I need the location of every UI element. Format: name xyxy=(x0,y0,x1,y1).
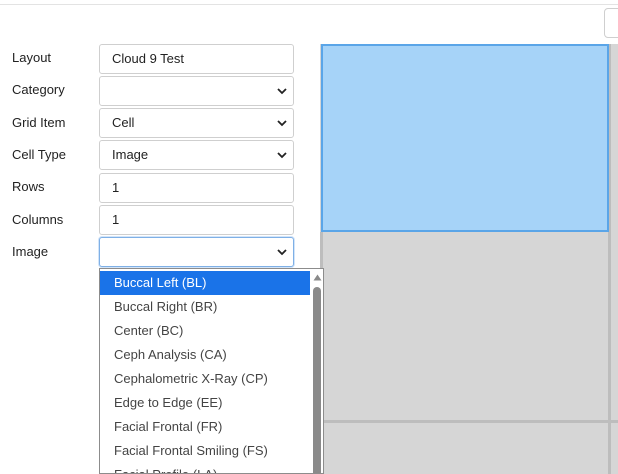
selected-grid-cell[interactable] xyxy=(321,44,609,232)
top-bar xyxy=(0,0,618,5)
cell-type-select-value: Image xyxy=(112,147,149,162)
rows-input[interactable]: 1 xyxy=(99,173,294,203)
chevron-down-icon xyxy=(276,141,288,169)
dropdown-option[interactable]: Center (BC) xyxy=(100,319,310,343)
chevron-down-icon xyxy=(276,77,288,105)
top-corner-button[interactable] xyxy=(604,8,618,38)
cell-type-select[interactable]: Image xyxy=(99,140,294,170)
scrollbar-thumb[interactable] xyxy=(313,287,321,473)
dropdown-option[interactable]: Buccal Right (BR) xyxy=(100,295,310,319)
grid-item-select[interactable]: Cell xyxy=(99,108,294,138)
rows-label: Rows xyxy=(12,179,45,194)
triangle-up-icon[interactable] xyxy=(312,272,322,282)
dropdown-option[interactable]: Cephalometric X-Ray (CP) xyxy=(100,367,310,391)
dropdown-option[interactable]: Facial Frontal (FR) xyxy=(100,415,310,439)
dropdown-option[interactable]: Ceph Analysis (CA) xyxy=(100,343,310,367)
chevron-down-icon xyxy=(276,238,288,266)
image-label: Image xyxy=(12,244,49,259)
image-dropdown-list[interactable]: Buccal Left (BL) Buccal Right (BR) Cente… xyxy=(99,268,324,474)
dropdown-option[interactable]: Edge to Edge (EE) xyxy=(100,391,310,415)
grid-item-label: Grid Item xyxy=(12,115,66,130)
chevron-down-icon xyxy=(276,109,288,137)
columns-input-value: 1 xyxy=(112,212,120,227)
dropdown-option[interactable]: Facial Profile (LA) xyxy=(100,463,310,473)
columns-input[interactable]: 1 xyxy=(99,205,294,235)
grid-item-select-value: Cell xyxy=(112,115,135,130)
category-label: Category xyxy=(12,82,65,97)
dropdown-option[interactable]: Facial Frontal Smiling (FS) xyxy=(100,439,310,463)
layout-label: Layout xyxy=(12,50,52,65)
dropdown-option[interactable]: Buccal Left (BL) xyxy=(100,271,310,295)
columns-label: Columns xyxy=(12,212,64,227)
cell-type-label: Cell Type xyxy=(12,147,66,162)
dropdown-scrollbar[interactable] xyxy=(310,269,323,473)
image-select[interactable] xyxy=(99,237,294,267)
layout-input-value: Cloud 9 Test xyxy=(112,51,185,66)
grid-divider-horizontal xyxy=(320,420,618,423)
layout-input[interactable]: Cloud 9 Test xyxy=(99,44,294,74)
category-select[interactable] xyxy=(99,76,294,106)
rows-input-value: 1 xyxy=(112,180,120,195)
